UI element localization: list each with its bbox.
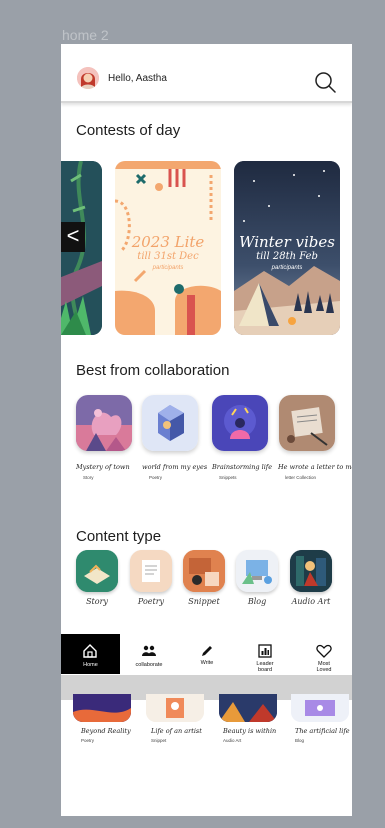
contest-date: till 28th Feb (256, 251, 318, 262)
collab-thumb-brainstorming[interactable] (212, 395, 268, 451)
collab-meta: Story (83, 475, 94, 480)
collab-meta: letter Collection (285, 475, 317, 480)
more-thumb-life-artist[interactable] (146, 694, 204, 722)
search-icon[interactable] (314, 71, 336, 93)
nav-home[interactable]: Home (61, 634, 120, 674)
more-thumb-beyond-reality[interactable] (73, 694, 131, 722)
collab-meta: Poetry (149, 475, 163, 480)
avatar[interactable] (77, 67, 99, 89)
more-title: Beauty is within (223, 727, 277, 735)
more-meta: Audio Art (223, 738, 242, 743)
phone-screen: Hello, Aastha Contests of day < 2023 Lit… (61, 44, 352, 816)
content-type-blog[interactable] (236, 550, 278, 592)
collab-title: world from my eyes (142, 463, 208, 471)
more-thumb-beauty-within[interactable] (219, 694, 277, 722)
collab-title: He wrote a letter to me (278, 463, 352, 471)
frame-label: home 2 (62, 27, 109, 43)
nav-write[interactable]: Write (185, 634, 229, 674)
content-type-story[interactable] (76, 550, 118, 592)
content-type-label: Blog (247, 597, 267, 606)
more-title: The artificial life (295, 727, 350, 735)
contest-card-2023-lite[interactable]: 2023 Lite till 31st Dec participants (115, 161, 221, 335)
greeting-text: Hello, Aastha (108, 73, 167, 84)
collab-title: Brainstorming life (212, 463, 273, 471)
content-type-label: Story (86, 597, 108, 606)
contest-title: 2023 Lite (131, 233, 205, 251)
more-title: Life of an artist (151, 727, 202, 735)
nav-home-label: Home (83, 662, 98, 668)
collab-thumb-letter[interactable] (279, 395, 335, 451)
nav-collaborate-label: collaborate (135, 662, 163, 668)
app-header: Hello, Aastha (61, 44, 352, 103)
nav-leaderboard-label: Leader board (256, 661, 274, 673)
content-type-audio-art[interactable] (290, 550, 332, 592)
nav-leaderboard[interactable]: Leader board (241, 634, 289, 674)
content-type-snippet[interactable] (183, 550, 225, 592)
collab-title: Mystery of town (76, 463, 130, 471)
nav-most-loved[interactable]: Most Loved (301, 634, 347, 674)
contest-date: till 31st Dec (137, 251, 199, 262)
nav-collaborate[interactable]: collaborate (125, 634, 173, 674)
carousel-prev-button[interactable]: < (61, 222, 85, 252)
more-meta: Snippet (151, 738, 167, 743)
heart-icon (316, 644, 332, 658)
collaboration-section-title: Best from collaboration (76, 362, 230, 379)
leaderboard-icon (258, 644, 272, 658)
home-icon (83, 644, 97, 658)
contests-section-title: Contests of day (76, 122, 181, 139)
contest-title: Winter vibes (239, 233, 335, 251)
contest-card-winter-vibes[interactable]: Winter vibes till 28th Feb participants (234, 161, 340, 335)
more-meta: Blog (295, 738, 305, 743)
people-icon (142, 645, 156, 656)
more-thumb-artificial-life[interactable] (291, 694, 349, 722)
collab-meta: Snippets (219, 475, 237, 480)
contest-subtitle: participants (152, 265, 184, 271)
more-title: Beyond Reality (81, 727, 131, 735)
nav-write-label: Write (200, 660, 214, 666)
pencil-icon (202, 646, 212, 656)
content-type-section-title: Content type (76, 528, 162, 545)
bottom-nav: Home collaborate Write Leader board Most… (61, 634, 352, 674)
content-type-poetry[interactable] (130, 550, 172, 592)
content-type-label: Snippet (188, 597, 220, 606)
collab-thumb-world[interactable] (142, 395, 198, 451)
content-type-label: Audio Art (291, 597, 331, 606)
contest-subtitle: participants (271, 265, 303, 271)
content-type-label: Poetry (137, 597, 165, 606)
more-meta: Poetry (81, 738, 95, 743)
nav-most-loved-label: Most Loved (316, 661, 332, 673)
collab-thumb-mystery[interactable] (76, 395, 132, 451)
